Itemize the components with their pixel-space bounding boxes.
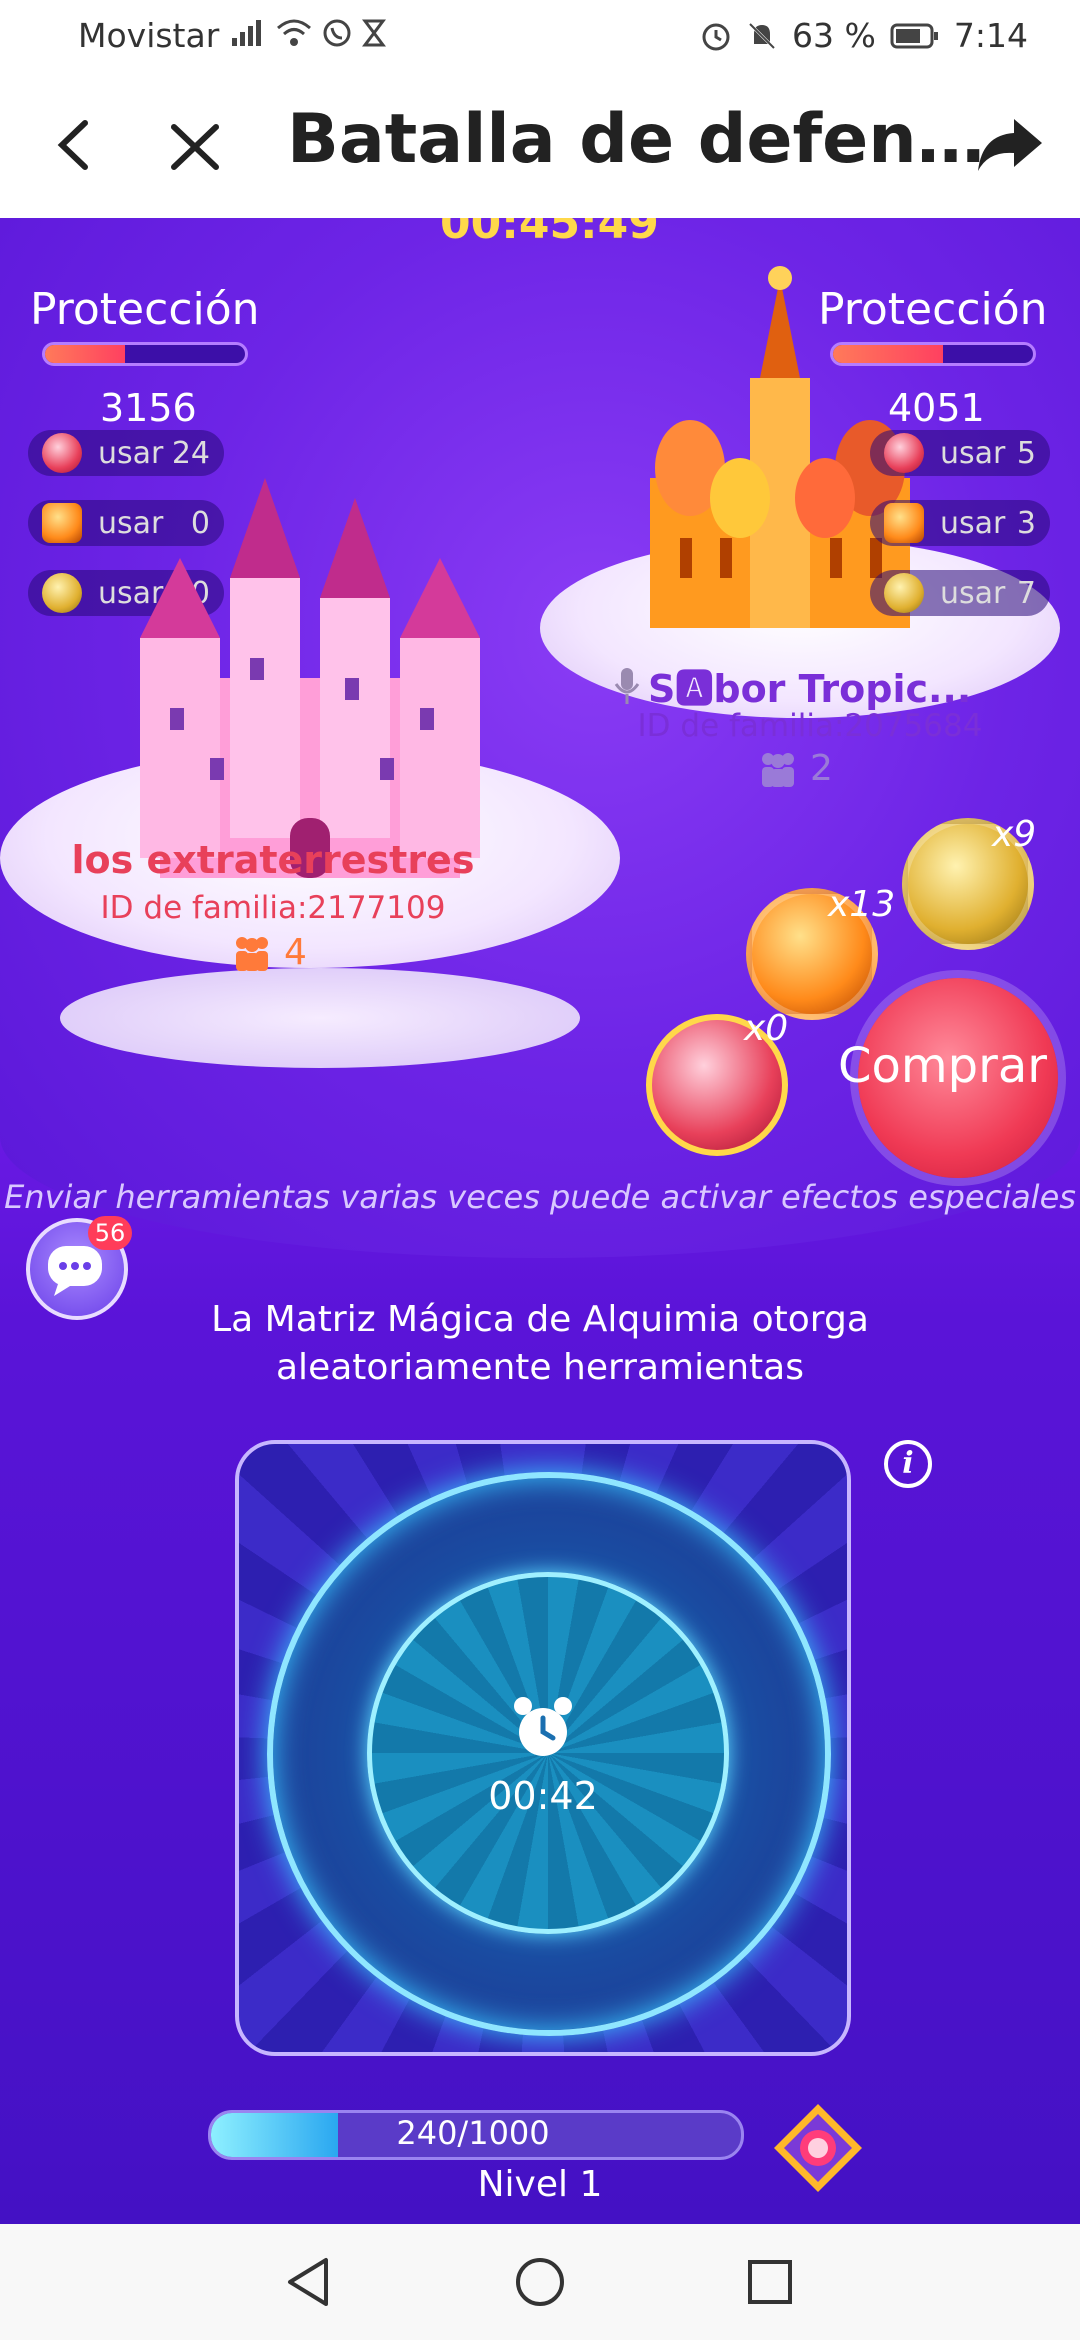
- info-icon[interactable]: i: [884, 1440, 932, 1488]
- right-tool-row[interactable]: usar 5: [870, 430, 1050, 476]
- left-cloud-base: [60, 968, 580, 1068]
- back-icon[interactable]: [40, 105, 110, 185]
- right-tool-row[interactable]: usar 7: [870, 570, 1050, 616]
- crystal-multiplier: x0: [744, 1008, 789, 1049]
- pink-castle-icon: [140, 478, 480, 878]
- level-badge-icon[interactable]: [770, 2100, 866, 2196]
- level-label: Nivel 1: [477, 2164, 603, 2205]
- microphone-icon: [614, 667, 640, 704]
- tool-count: 5: [1016, 435, 1036, 471]
- ball-icon: [884, 573, 924, 613]
- chat-badge: 56: [88, 1216, 132, 1250]
- buy-label[interactable]: Comprar: [838, 1038, 1047, 1094]
- system-nav-bar: [0, 2224, 1080, 2340]
- whatsapp-icon: [323, 19, 351, 47]
- tool-count: 3: [1016, 505, 1036, 541]
- matrix-text-line: aleatoriamente herramientas: [276, 1347, 804, 1388]
- matrix-description: La Matriz Mágica de Alquimia otorga alea…: [0, 1296, 1080, 1392]
- hint-text: Enviar herramientas varias veces puede a…: [4, 1178, 1076, 1216]
- use-label: usar: [940, 505, 1006, 541]
- right-team: S🅰bor Tropic...: [612, 658, 971, 713]
- member-count: 2: [810, 748, 833, 789]
- book-multiplier: x13: [828, 884, 896, 925]
- right-tool-row[interactable]: usar 3: [870, 500, 1050, 546]
- status-bar: Movistar 63 % 7:14: [0, 0, 1080, 75]
- hourglass-icon: [362, 19, 386, 47]
- member-count: 4: [284, 932, 307, 973]
- left-team-name: los extraterrestres: [71, 838, 475, 882]
- right-family-id: ID de familia:2075684: [637, 708, 983, 744]
- clock-time: 7:14: [953, 16, 1028, 55]
- left-members: 4: [232, 932, 307, 973]
- ball-multiplier: x9: [992, 814, 1037, 855]
- carrier-label: Movistar: [78, 16, 220, 55]
- tool-count: 7: [1016, 575, 1036, 611]
- close-icon[interactable]: [160, 105, 230, 185]
- alarm-icon: [702, 23, 730, 50]
- members-icon: [762, 752, 794, 787]
- left-protection-bar: [42, 342, 248, 366]
- left-protection-label: Protección: [30, 284, 260, 335]
- book-icon: [42, 503, 82, 543]
- battle-timer: 00:45:49: [440, 218, 659, 249]
- nav-home-icon[interactable]: [512, 2254, 568, 2310]
- alarm-clock-icon: [514, 1697, 572, 1756]
- page-title: Batalla de defen…: [287, 100, 985, 179]
- mute-icon: [748, 22, 776, 49]
- app-header: Batalla de defen…: [0, 75, 1080, 218]
- share-icon[interactable]: [970, 105, 1050, 185]
- battery-percent: 63 %: [792, 16, 876, 55]
- crystal-icon: [42, 433, 82, 473]
- left-family-id: ID de familia:2177109: [100, 890, 446, 926]
- book-icon: [884, 503, 924, 543]
- right-tools: usar 5 usar 3 usar 7: [870, 430, 1050, 616]
- battle-screen: 00:45:49 Protección 3156 usar 24 usar 0 us…: [0, 218, 1080, 2224]
- right-team-name: S🅰bor Tropic...: [648, 667, 972, 711]
- use-label: usar: [940, 575, 1006, 611]
- level-progress-text: 240/1000: [396, 2114, 550, 2152]
- ball-icon: [42, 573, 82, 613]
- left-score: 3156: [100, 386, 197, 430]
- nav-back-icon[interactable]: [282, 2254, 338, 2310]
- use-label: usar: [940, 435, 1006, 471]
- nav-recents-icon[interactable]: [742, 2254, 798, 2310]
- wifi-icon: [277, 19, 311, 46]
- matrix-text-line: La Matriz Mágica de Alquimia otorga: [211, 1299, 869, 1340]
- alchemy-matrix[interactable]: 00:42: [235, 1440, 851, 2056]
- crystal-icon: [884, 433, 924, 473]
- matrix-countdown: 00:42: [488, 1774, 598, 1818]
- signal-icon: [232, 20, 261, 46]
- battery-icon: [890, 23, 938, 48]
- members-icon: [236, 936, 268, 971]
- right-members: 2: [758, 748, 833, 789]
